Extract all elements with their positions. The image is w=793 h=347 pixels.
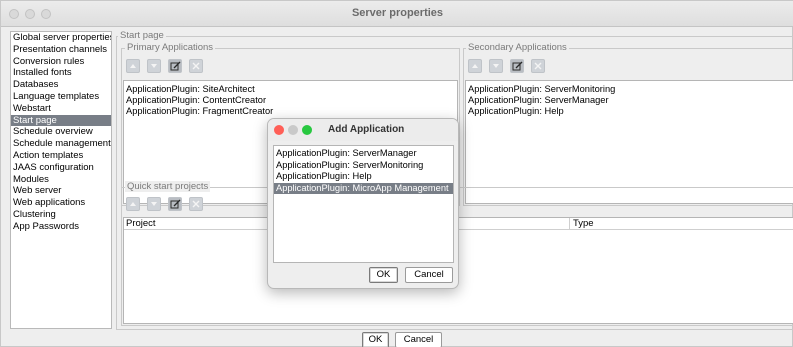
nav-item-action-templates[interactable]: Action templates xyxy=(11,150,111,162)
edit-icon xyxy=(512,61,522,71)
list-item[interactable]: ApplicationPlugin: ContentCreator xyxy=(124,95,457,106)
start-page-label: Start page xyxy=(118,30,166,41)
nav-item-start-page[interactable]: Start page xyxy=(11,114,111,127)
list-item[interactable]: ApplicationPlugin: FragmentCreator xyxy=(124,106,457,117)
nav-item-schedule-overview[interactable]: Schedule overview xyxy=(11,126,111,138)
window-titlebar[interactable]: Server properties xyxy=(1,1,793,27)
nav-item-databases[interactable]: Databases xyxy=(11,79,111,91)
list-item[interactable]: ApplicationPlugin: ServerMonitoring xyxy=(274,160,453,172)
add-application-dialog: Add Application ApplicationPlugin: Serve… xyxy=(267,118,459,289)
column-divider xyxy=(569,218,570,230)
list-item[interactable]: ApplicationPlugin: SiteArchitect xyxy=(124,84,457,95)
secondary-applications-label: Secondary Applications xyxy=(466,42,569,53)
move-up-icon xyxy=(472,64,478,68)
dialog-zoom-button[interactable] xyxy=(302,125,312,135)
available-applications-list[interactable]: ApplicationPlugin: ServerManager Applica… xyxy=(273,145,454,263)
nav-item-global-server-properties[interactable]: Global server properties xyxy=(11,32,111,44)
nav-item-jaas-configuration[interactable]: JAAS configuration xyxy=(11,162,111,174)
dialog-cancel-button[interactable]: Cancel xyxy=(405,267,453,283)
move-up-icon xyxy=(130,64,136,68)
dialog-titlebar[interactable]: Add Application xyxy=(268,119,458,141)
nav-item-clustering[interactable]: Clustering xyxy=(11,209,111,221)
window-title: Server properties xyxy=(351,7,444,19)
move-down-icon xyxy=(151,64,157,68)
quick-move-down-button[interactable] xyxy=(147,197,161,211)
nav-item-app-passwords[interactable]: App Passwords xyxy=(11,221,111,233)
nav-item-schedule-management[interactable]: Schedule management xyxy=(11,138,111,150)
list-item[interactable]: ApplicationPlugin: ServerManager xyxy=(274,148,453,160)
move-up-icon xyxy=(130,202,136,206)
primary-remove-button[interactable] xyxy=(189,59,203,73)
ok-button[interactable]: OK xyxy=(362,332,389,347)
list-item[interactable]: ApplicationPlugin: ServerManager xyxy=(466,95,793,106)
edit-icon xyxy=(170,61,180,71)
move-down-icon xyxy=(493,64,499,68)
secondary-move-down-button[interactable] xyxy=(489,59,503,73)
nav-item-web-applications[interactable]: Web applications xyxy=(11,197,111,209)
quick-remove-button[interactable] xyxy=(189,197,203,211)
dialog-ok-button[interactable]: OK xyxy=(369,267,398,283)
list-item[interactable]: ApplicationPlugin: Help xyxy=(466,106,793,117)
nav-item-modules[interactable]: Modules xyxy=(11,174,111,186)
settings-nav-list[interactable]: Global server properties Presentation ch… xyxy=(10,31,112,329)
quick-start-label: Quick start projects xyxy=(125,181,211,192)
list-item[interactable]: ApplicationPlugin: Help xyxy=(274,171,453,183)
primary-applications-label: Primary Applications xyxy=(125,42,216,53)
primary-move-down-button[interactable] xyxy=(147,59,161,73)
dialog-title: Add Application xyxy=(328,124,405,135)
dialog-close-button[interactable] xyxy=(274,125,284,135)
secondary-applications-list[interactable]: ApplicationPlugin: ServerMonitoring Appl… xyxy=(465,80,793,204)
list-item[interactable]: ApplicationPlugin: ServerMonitoring xyxy=(466,84,793,95)
primary-move-up-button[interactable] xyxy=(126,59,140,73)
nav-item-web-server[interactable]: Web server xyxy=(11,185,111,197)
nav-item-language-templates[interactable]: Language templates xyxy=(11,91,111,103)
move-down-icon xyxy=(151,202,157,206)
remove-icon xyxy=(192,200,200,208)
nav-item-conversion-rules[interactable]: Conversion rules xyxy=(11,56,111,68)
cancel-button[interactable]: Cancel xyxy=(395,332,442,347)
secondary-remove-button[interactable] xyxy=(531,59,545,73)
remove-icon xyxy=(192,62,200,70)
remove-icon xyxy=(534,62,542,70)
primary-edit-button[interactable] xyxy=(168,59,182,73)
quick-edit-button[interactable] xyxy=(168,197,182,211)
quick-move-up-button[interactable] xyxy=(126,197,140,211)
column-header-type[interactable]: Type xyxy=(573,218,594,230)
nav-item-webstart[interactable]: Webstart xyxy=(11,103,111,115)
nav-item-presentation-channels[interactable]: Presentation channels xyxy=(11,44,111,56)
secondary-move-up-button[interactable] xyxy=(468,59,482,73)
dialog-minimize-button[interactable] xyxy=(288,125,298,135)
secondary-edit-button[interactable] xyxy=(510,59,524,73)
nav-item-installed-fonts[interactable]: Installed fonts xyxy=(11,67,111,79)
column-header-project[interactable]: Project xyxy=(126,218,156,230)
list-item-selected[interactable]: ApplicationPlugin: MicroApp Management xyxy=(274,182,453,194)
edit-icon xyxy=(170,199,180,209)
